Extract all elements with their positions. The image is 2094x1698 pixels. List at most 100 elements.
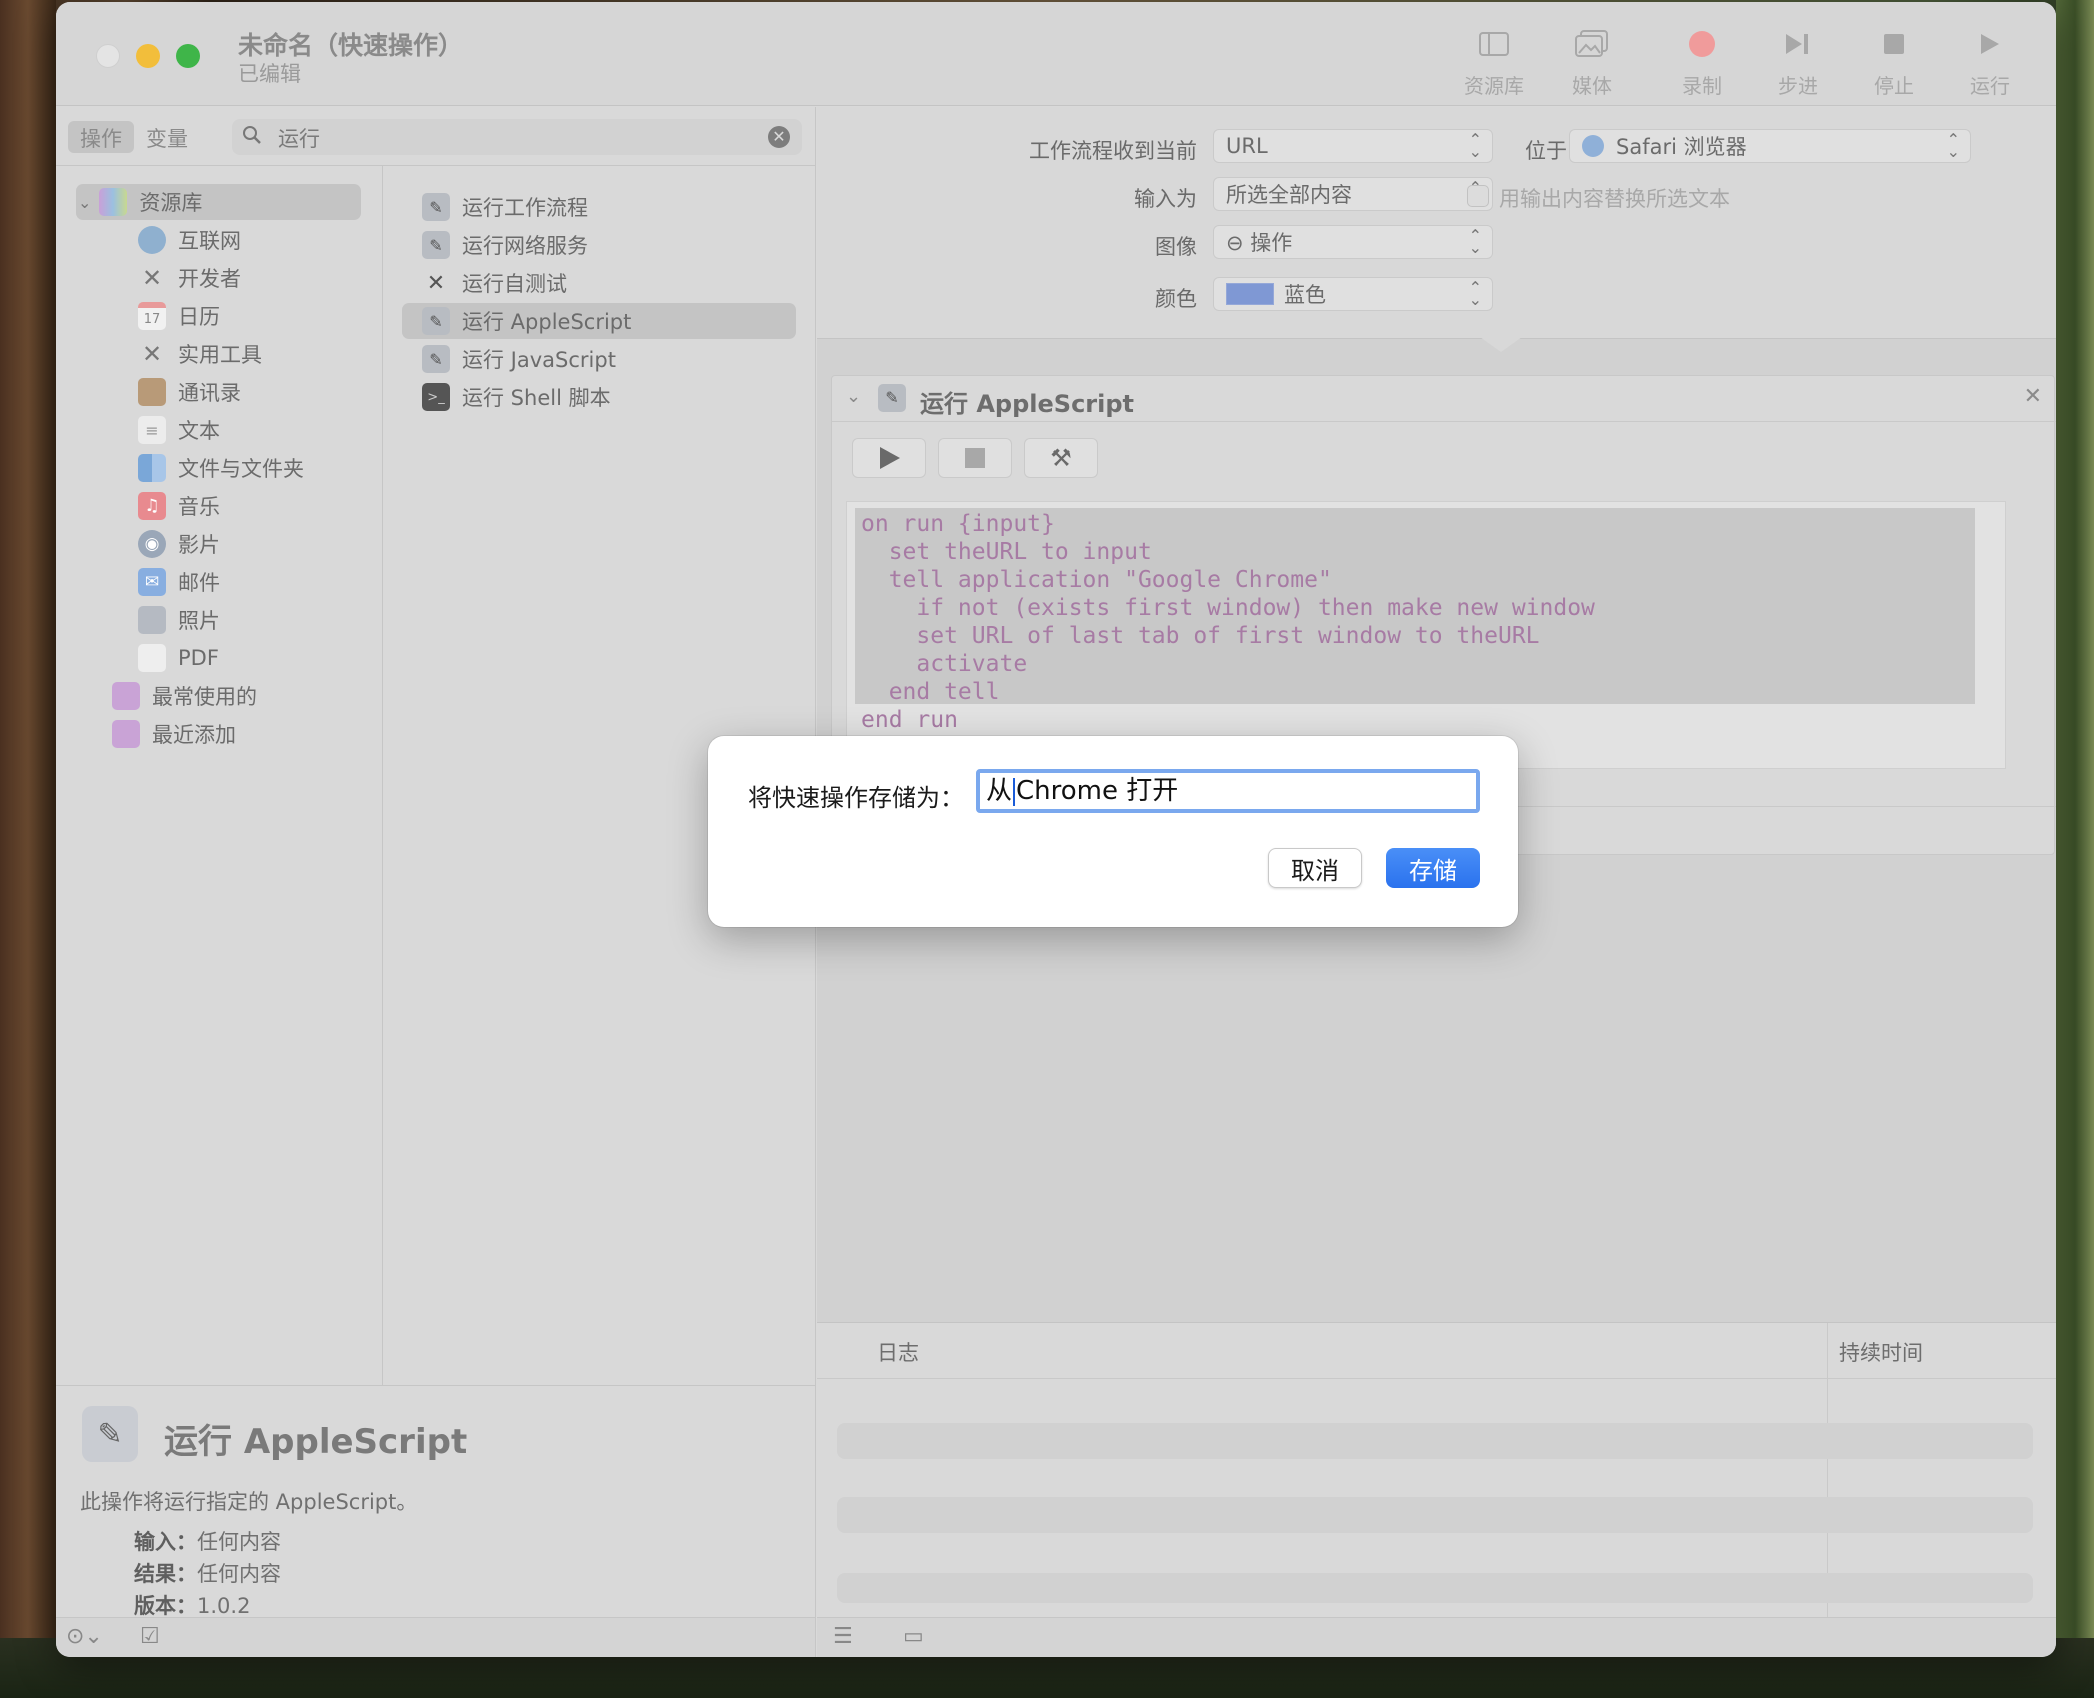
- input-is-label: 输入为: [1134, 187, 1197, 211]
- category-utilities[interactable]: ✕ 实用工具: [138, 336, 262, 372]
- category-pdf[interactable]: PDF: [138, 640, 219, 676]
- library-pane: 操作 变量 运行 ✕ ⌄ 资源库 互联网 ✕ 开发者 17 日历 ✕ 实用工具 …: [56, 107, 816, 1385]
- stop-toolbar-button[interactable]: 停止: [1854, 26, 1934, 99]
- library-toolbar-label: 资源库: [1464, 74, 1524, 98]
- step-toolbar-label: 步进: [1778, 74, 1818, 98]
- automator-icon: ✎: [422, 345, 450, 373]
- tab-variables[interactable]: 变量: [134, 121, 200, 153]
- category-library[interactable]: ⌄ 资源库: [78, 184, 202, 220]
- category-contacts[interactable]: 通讯录: [138, 374, 241, 410]
- action-header: ⌄ ✎ 运行 AppleScript ✕: [832, 376, 2056, 422]
- media-toolbar-button[interactable]: 媒体: [1552, 26, 1632, 99]
- color-popup[interactable]: 蓝色 ⌃ ⌄: [1213, 277, 1493, 311]
- action-item[interactable]: ✎ 运行 JavaScript: [422, 341, 616, 377]
- replace-selection-checkbox[interactable]: [1467, 185, 1489, 207]
- workflow-settings: 工作流程收到当前 URL ⌃ ⌄ 位于 Safari 浏览器 ⌃ ⌄ 输入为 所选全部内…: [817, 107, 2056, 339]
- category-label: 实用工具: [178, 343, 262, 367]
- category-text[interactable]: ≡ 文本: [138, 412, 220, 448]
- category-label: 互联网: [178, 229, 241, 253]
- automator-icon: ✎: [422, 231, 450, 259]
- script-editor[interactable]: on run {input} set theURL to input tell …: [846, 501, 2006, 769]
- log-row: [837, 1423, 2033, 1459]
- action-item[interactable]: ✕ 运行自测试: [422, 265, 567, 301]
- category-most-used[interactable]: 最常使用的: [112, 678, 257, 714]
- category-mail[interactable]: ✉ 邮件: [138, 564, 220, 600]
- zoom-window-button[interactable]: [176, 44, 200, 68]
- tools-icon: ✕: [141, 340, 163, 368]
- close-window-button[interactable]: [96, 44, 120, 68]
- record-icon: [1662, 26, 1742, 62]
- color-swatch: [1226, 283, 1274, 305]
- stop-icon: [1854, 26, 1934, 62]
- description-toggle-icon[interactable]: ☑: [140, 1624, 160, 1649]
- script-code[interactable]: on run {input} set theURL to input tell …: [861, 510, 1595, 734]
- run-toolbar-button[interactable]: 运行: [1950, 26, 2030, 99]
- movie-icon: ◉: [138, 530, 166, 558]
- category-label: 影片: [178, 533, 220, 557]
- search-input[interactable]: 运行: [278, 123, 320, 153]
- record-toolbar-button[interactable]: 录制: [1662, 26, 1742, 99]
- stop-icon: [965, 448, 985, 468]
- category-label: 文本: [178, 419, 220, 443]
- run-script-button[interactable]: [852, 438, 926, 478]
- action-label: 运行 JavaScript: [462, 348, 616, 372]
- split-view-icon[interactable]: ▭: [903, 1624, 924, 1649]
- category-photos[interactable]: 照片: [138, 602, 220, 638]
- category-internet[interactable]: 互联网: [138, 222, 241, 258]
- save-button[interactable]: 存储: [1386, 848, 1480, 888]
- library-segmented-control: 操作 变量: [68, 121, 200, 153]
- library-toolbar-button[interactable]: 资源库: [1454, 26, 1534, 99]
- list-view-icon[interactable]: ☰: [833, 1624, 853, 1649]
- category-label: 文件与文件夹: [178, 457, 304, 481]
- image-label: 图像: [1155, 235, 1197, 259]
- chevron-down-icon[interactable]: ⌄: [846, 386, 861, 407]
- tab-actions[interactable]: 操作: [68, 121, 134, 153]
- automator-icon: ✎: [878, 384, 906, 412]
- receives-popup[interactable]: URL ⌃ ⌄: [1213, 129, 1493, 163]
- close-icon[interactable]: ✕: [2024, 384, 2042, 409]
- action-label: 运行 Shell 脚本: [462, 386, 611, 410]
- log-header: 日志 持续时间: [817, 1323, 2056, 1379]
- automator-icon: ✎: [422, 307, 450, 335]
- log-row: [837, 1497, 2033, 1533]
- step-toolbar-button[interactable]: 步进: [1758, 26, 1838, 99]
- application-popup[interactable]: Safari 浏览器 ⌃ ⌄: [1569, 129, 1971, 163]
- minimize-window-button[interactable]: [136, 44, 160, 68]
- more-options-icon[interactable]: ⊙⌄: [66, 1624, 103, 1649]
- cancel-button[interactable]: 取消: [1268, 848, 1362, 888]
- chevron-down-icon[interactable]: ⌄: [78, 193, 91, 212]
- action-item[interactable]: ✎ 运行网络服务: [422, 227, 588, 263]
- sidebar-icon: [1454, 26, 1534, 62]
- category-files-folders[interactable]: 文件与文件夹: [138, 450, 304, 486]
- action-label: 运行 AppleScript: [462, 310, 632, 334]
- compile-script-button[interactable]: ⚒: [1024, 438, 1098, 478]
- quick-action-name-field[interactable]: 从 Chrome 打开: [976, 769, 1480, 813]
- globe-icon: [138, 226, 166, 254]
- photo-icon: [138, 606, 166, 634]
- step-icon: [1758, 26, 1838, 62]
- category-music[interactable]: ♫ 音乐: [138, 488, 220, 524]
- popup-arrows-icon: ⌃⌄: [1468, 130, 1482, 161]
- log-column-header[interactable]: 日志: [877, 1337, 919, 1367]
- image-popup[interactable]: ⊖ 操作 ⌃ ⌄: [1213, 225, 1493, 259]
- category-label: 最常使用的: [152, 685, 257, 709]
- workflow-footer: ☰ ▭: [817, 1617, 2056, 1657]
- clear-search-icon[interactable]: ✕: [768, 126, 790, 148]
- action-item-selected[interactable]: ✎ 运行 AppleScript: [422, 303, 631, 339]
- category-movies[interactable]: ◉ 影片: [138, 526, 220, 562]
- search-icon: [242, 125, 262, 150]
- category-developer[interactable]: ✕ 开发者: [138, 260, 241, 296]
- library-icon: [99, 188, 128, 216]
- stop-script-button[interactable]: [938, 438, 1012, 478]
- action-title: 运行 AppleScript: [920, 390, 1135, 418]
- action-item[interactable]: >_ 运行 Shell 脚本: [422, 379, 611, 415]
- category-calendar[interactable]: 17 日历: [138, 298, 220, 334]
- input-is-popup[interactable]: 所选全部内容⌃⌄: [1213, 177, 1493, 211]
- action-item[interactable]: ✎ 运行工作流程: [422, 189, 588, 225]
- title-bar: 未命名（快速操作） 已编辑 资源库 媒体 录制 步进 停止 运行: [56, 2, 2056, 106]
- category-recently-added[interactable]: 最近添加: [112, 716, 236, 752]
- photos-icon: [1552, 26, 1632, 62]
- search-field[interactable]: 运行 ✕: [232, 119, 802, 155]
- contacts-icon: [138, 378, 166, 406]
- duration-column-header[interactable]: 持续时间: [1839, 1337, 1923, 1367]
